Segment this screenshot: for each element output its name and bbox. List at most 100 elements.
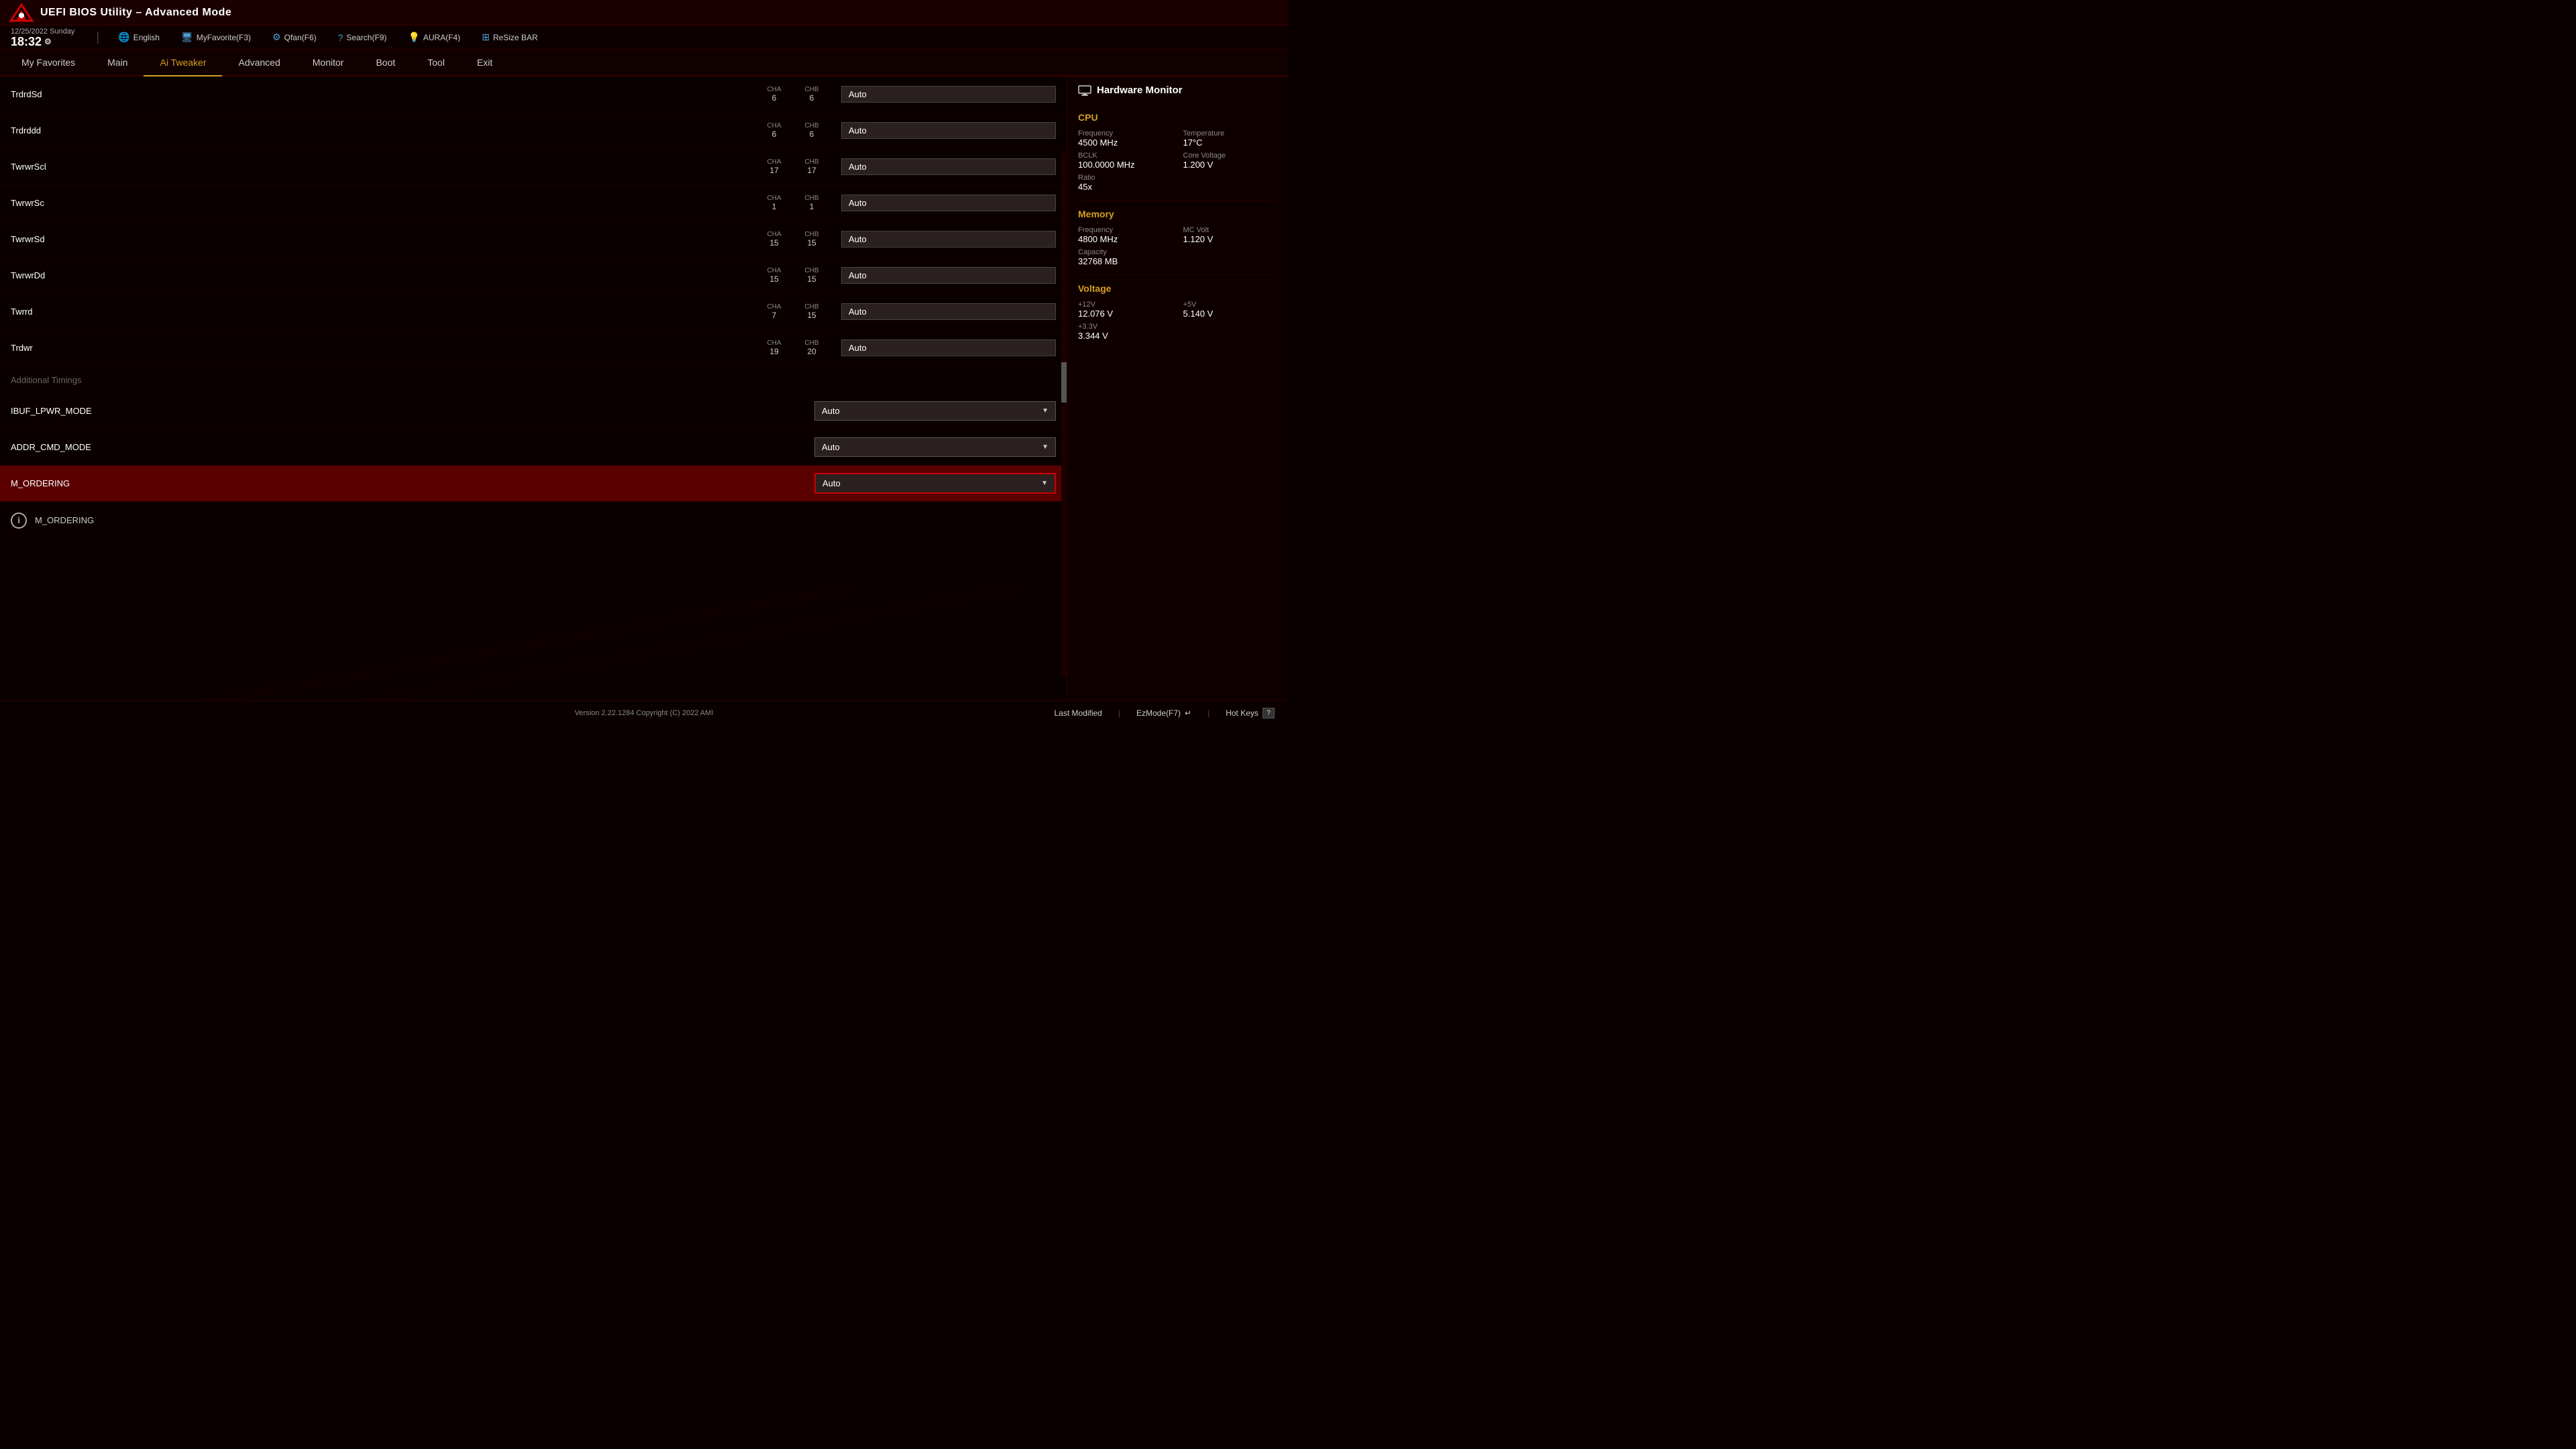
m-ordering-dropdown[interactable]: Auto ▼	[814, 473, 1056, 494]
search-button[interactable]: ? Search(F9)	[335, 31, 390, 44]
setting-name-trdwr: Trdwr	[11, 343, 761, 353]
hw-capacity-label: Capacity	[1078, 248, 1173, 256]
globe-icon: 🌐	[118, 32, 129, 43]
qfan-button[interactable]: ⚙ Qfan(F6)	[270, 30, 319, 44]
setting-row-trdrdsd: TrdrdSd CHA 6 CHB 6 Auto	[0, 76, 1067, 113]
version-text: Version 2.22.1284 Copyright (C) 2022 AMI	[575, 709, 714, 717]
hw-core-volt-value: 1.200 V	[1183, 160, 1278, 170]
nav-item-advanced[interactable]: Advanced	[222, 50, 296, 76]
hw-ratio-value: 45x	[1078, 182, 1173, 192]
hw-mem-freq-value: 4800 MHz	[1078, 234, 1173, 244]
resize-icon: ⊞	[482, 32, 490, 43]
nav-item-monitor[interactable]: Monitor	[297, 50, 360, 76]
resize-bar-button[interactable]: ⊞ ReSize BAR	[479, 30, 540, 44]
setting-row-twrwrdd: TwrwrDd CHA 15 CHB 15 Auto	[0, 258, 1067, 294]
hw-mc-volt-value: 1.120 V	[1183, 234, 1278, 244]
hw-v5-label: +5V	[1183, 301, 1278, 309]
hw-divider-1	[1078, 200, 1277, 201]
hw-cpu-freq-value: 4500 MHz	[1078, 138, 1173, 148]
aura-button[interactable]: 💡 AURA(F4)	[405, 30, 463, 44]
additional-timings-header: Additional Timings	[0, 366, 1067, 393]
hw-cpu-grid: Frequency 4500 MHz Temperature 17°C BCLK…	[1078, 129, 1277, 192]
hw-voltage-section-title: Voltage	[1078, 283, 1277, 294]
setting-row-twrwrsd: TwrwrSd CHA 15 CHB 15 Auto	[0, 221, 1067, 258]
bottom-right-buttons: Last Modified | EzMode(F7) ↵ | Hot Keys …	[1054, 708, 1275, 718]
language-button[interactable]: 🌐 English	[115, 30, 162, 44]
setting-row-m-ordering[interactable]: M_ORDERING Auto ▼	[0, 466, 1067, 502]
hw-bclk-label: BCLK	[1078, 152, 1173, 160]
chevron-down-icon: ▼	[1042, 443, 1049, 451]
nav-item-my-favorites[interactable]: My Favorites	[5, 50, 91, 76]
question-key-badge: ?	[1263, 708, 1275, 718]
bottom-divider-1: |	[1118, 708, 1120, 718]
cha-chb-trdrdsd: CHA 6 CHB 6	[761, 86, 841, 103]
nav-item-exit[interactable]: Exit	[461, 50, 508, 76]
hw-capacity-value: 32768 MB	[1078, 256, 1173, 266]
chevron-down-icon: ▼	[1041, 480, 1048, 487]
chb-col-trdrdsd: CHB 6	[798, 86, 825, 103]
content-area: TrdrdSd CHA 6 CHB 6 Auto Trdrddd	[0, 76, 1067, 700]
setting-name-ibuf-lpwr-mode: IBUF_LPWR_MODE	[11, 406, 413, 416]
chevron-down-icon: ▼	[1042, 407, 1049, 415]
bottom-bar: Version 2.22.1284 Copyright (C) 2022 AMI…	[0, 700, 1288, 724]
setting-row-addr-cmd-mode[interactable]: ADDR_CMD_MODE Auto ▼	[0, 429, 1067, 466]
setting-name-twrrd: Twrrd	[11, 307, 761, 317]
nav-bar: My Favorites Main Ai Tweaker Advanced Mo…	[0, 50, 1288, 76]
value-box-trdrddd: Auto	[841, 122, 1056, 139]
addr-cmd-mode-dropdown[interactable]: Auto ▼	[814, 437, 1056, 457]
hw-cpu-temp-value: 17°C	[1183, 138, 1278, 148]
value-box-trdrdsd: Auto	[841, 86, 1056, 103]
nav-item-main[interactable]: Main	[91, 50, 144, 76]
setting-name-twrwrsd: TwrwrSd	[11, 234, 761, 244]
toolbar-bar: 12/25/2022 Sunday 18:32 ⚙ | 🌐 English 🖥 …	[0, 25, 1288, 50]
settings-gear-icon[interactable]: ⚙	[44, 38, 52, 46]
setting-name-trdrdsd: TrdrdSd	[11, 89, 761, 99]
main-layout: TrdrdSd CHA 6 CHB 6 Auto Trdrddd	[0, 76, 1288, 700]
hw-mc-volt-label: MC Volt	[1183, 226, 1278, 234]
myfavorite-button[interactable]: 🖥 MyFavorite(F3)	[178, 30, 254, 44]
exit-icon: ↵	[1185, 708, 1191, 718]
hw-divider-2	[1078, 274, 1277, 275]
hotkeys-button[interactable]: Hot Keys ?	[1226, 708, 1275, 718]
hw-memory-section-title: Memory	[1078, 209, 1277, 219]
info-text: M_ORDERING	[35, 515, 94, 525]
setting-name-twrwrdd: TwrwrDd	[11, 270, 761, 280]
last-modified-button[interactable]: Last Modified	[1054, 708, 1102, 718]
hw-voltage-grid: +12V 12.076 V +5V 5.140 V +3.3V 3.344 V	[1078, 301, 1277, 341]
hw-v12-value: 12.076 V	[1078, 309, 1173, 319]
info-row: i M_ORDERING	[0, 502, 1067, 538]
hw-core-volt-label: Core Voltage	[1183, 152, 1278, 160]
hw-cpu-freq-label: Frequency	[1078, 129, 1173, 138]
value-box-twrwrsd: Auto	[841, 231, 1056, 248]
toolbar-divider-1: |	[96, 30, 99, 44]
search-icon: ?	[338, 32, 343, 43]
scrollbar-track	[1061, 153, 1067, 676]
setting-row-trdrddd: Trdrddd CHA 6 CHB 6 Auto	[0, 113, 1067, 149]
hw-cpu-section-title: CPU	[1078, 112, 1277, 123]
ibuf-lpwr-mode-dropdown[interactable]: Auto ▼	[814, 401, 1056, 421]
rog-logo-icon	[8, 2, 35, 23]
datetime: 12/25/2022 Sunday 18:32 ⚙	[11, 28, 74, 48]
setting-name-m-ordering: M_ORDERING	[11, 478, 413, 488]
ezmode-button[interactable]: EzMode(F7) ↵	[1136, 708, 1191, 718]
value-box-twrwrdd: Auto	[841, 267, 1056, 284]
setting-row-twrwrscl: TwrwrScl CHA 17 CHB 17 Auto	[0, 149, 1067, 185]
setting-name-twrwrscl: TwrwrScl	[11, 162, 761, 172]
hw-mem-freq-label: Frequency	[1078, 226, 1173, 234]
value-box-twrrd: Auto	[841, 303, 1056, 320]
cha-col-trdrdsd: CHA 6	[761, 86, 788, 103]
setting-row-ibuf-lpwr-mode[interactable]: IBUF_LPWR_MODE Auto ▼	[0, 393, 1067, 429]
info-icon: i	[11, 513, 27, 529]
nav-item-boot[interactable]: Boot	[360, 50, 411, 76]
hw-bclk-value: 100.0000 MHz	[1078, 160, 1173, 170]
scrollbar-thumb[interactable]	[1061, 362, 1067, 402]
fan-icon: ⚙	[272, 32, 281, 43]
nav-item-ai-tweaker[interactable]: Ai Tweaker	[144, 50, 222, 76]
hardware-monitor-title: Hardware Monitor	[1078, 85, 1277, 101]
setting-name-addr-cmd-mode: ADDR_CMD_MODE	[11, 442, 413, 452]
hw-ratio-label: Ratio	[1078, 174, 1173, 182]
logo-area: UEFI BIOS Utility – Advanced Mode	[8, 2, 231, 23]
nav-item-tool[interactable]: Tool	[411, 50, 461, 76]
header-bar: UEFI BIOS Utility – Advanced Mode	[0, 0, 1288, 25]
bios-title: UEFI BIOS Utility – Advanced Mode	[40, 7, 231, 19]
